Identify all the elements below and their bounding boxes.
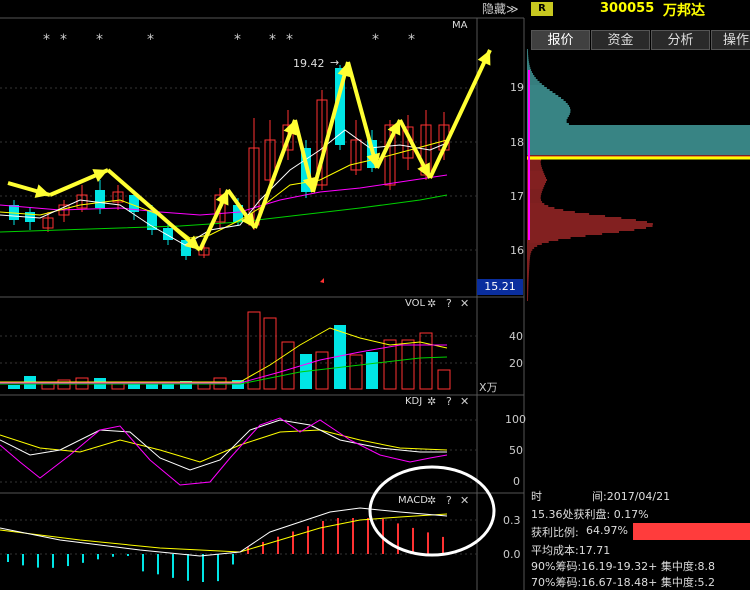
star-mark: *: [43, 32, 50, 48]
vol-tick: 40: [509, 330, 523, 343]
hide-panel-button[interactable]: 隐藏≫: [482, 0, 519, 17]
macd-tick: 0.0: [503, 548, 521, 561]
star-mark: *: [147, 32, 154, 48]
macd-dif-line: [0, 507, 448, 557]
volume-bar-down: [8, 385, 20, 389]
info-profit-ratio-value: 64.97%: [586, 524, 628, 537]
price-tick: 18: [510, 136, 524, 149]
vol-ma-magenta: [0, 344, 447, 384]
volume-bar-up: [281, 341, 295, 390]
level-badge: R: [531, 2, 553, 16]
star-mark: *: [96, 32, 103, 48]
info-chip70: 70%筹码:16.67-18.48+ 集中度:5.2: [531, 576, 716, 589]
star-mark: *: [234, 32, 241, 48]
volume-bar-up: [315, 351, 329, 390]
vol-pane-title: VOL: [405, 298, 426, 309]
profit-ratio-bar: [633, 523, 750, 540]
info-avg-cost: 平均成本:17.71: [531, 544, 611, 557]
star-mark: *: [372, 32, 379, 48]
trend-arrow-shaft: [253, 119, 297, 229]
high-price-marker: 19.42: [293, 57, 325, 70]
tab-quote[interactable]: 报价: [531, 30, 590, 50]
macd-help-icon[interactable]: ?: [446, 494, 452, 507]
macd-settings-icon[interactable]: ✲: [427, 494, 436, 507]
volume-bar-up: [419, 332, 433, 390]
macd-pane-title: MACD: [398, 495, 428, 506]
volume-bar-up: [437, 369, 451, 390]
volume-bar-down: [366, 352, 378, 389]
kdj-tick: 50: [509, 444, 523, 457]
star-mark: *: [408, 32, 415, 48]
price-tick: 16: [510, 244, 524, 257]
stock-code: 300055: [600, 1, 655, 16]
info-profit-line: 15.36处获利盘: 0.17%: [531, 508, 649, 521]
vol-settings-icon[interactable]: ✲: [427, 297, 436, 310]
price-tick: 17: [510, 190, 524, 203]
candle-body-down: [95, 190, 105, 208]
info-time-label: 时: [531, 490, 542, 503]
stock-name: 万邦达: [663, 3, 705, 19]
info-profit-ratio-label: 获利比例:: [531, 526, 579, 539]
trend-arrow-shaft: [428, 49, 492, 179]
vol-tick: 20: [509, 357, 523, 370]
macd-plot: [0, 507, 448, 582]
vol-unit: X万: [479, 381, 498, 394]
kdj-pane-title: KDJ: [405, 396, 423, 407]
volume-bars: [0, 311, 451, 390]
star-mark: *: [286, 32, 293, 48]
kdj-settings-icon[interactable]: ✲: [427, 395, 436, 408]
volume-bar-up: [349, 354, 363, 390]
vol-help-icon[interactable]: ?: [446, 297, 452, 310]
chip-distribution: [527, 49, 750, 301]
price-tick: 19: [510, 81, 524, 94]
kdj-lines: [0, 417, 448, 486]
current-price-tag: 15.21: [477, 279, 523, 295]
low-marker: [320, 278, 324, 283]
ma-indicator-label: MA: [452, 20, 468, 31]
volume-bar-up: [247, 311, 261, 390]
tab-operation[interactable]: 操作: [711, 30, 750, 50]
kdj-help-icon[interactable]: ?: [446, 395, 452, 408]
kdj-close-icon[interactable]: ✕: [460, 395, 469, 408]
kdj-tick: 100: [505, 413, 526, 426]
vol-close-icon[interactable]: ✕: [460, 297, 469, 310]
macd-close-icon[interactable]: ✕: [460, 494, 469, 507]
tab-analysis[interactable]: 分析: [651, 30, 710, 50]
candle-body-down: [163, 228, 173, 240]
trend-arrow-shaft: [106, 168, 202, 252]
tab-funds[interactable]: 资金: [591, 30, 650, 50]
volume-bar-up: [401, 339, 415, 390]
macd-tick: 0.3: [503, 514, 521, 527]
star-mark: *: [269, 32, 276, 48]
high-price-arrow: →: [330, 56, 340, 69]
candlesticks: [9, 65, 450, 260]
kdj-tick: 0: [513, 475, 520, 488]
kdj-k-line: [0, 419, 447, 471]
info-chip90: 90%筹码:16.19-19.32+ 集中度:8.8: [531, 560, 716, 573]
vol-ma-yellow: [0, 327, 448, 383]
trend-arrow-shaft: [346, 61, 379, 169]
info-time-value: 间:2017/04/21: [592, 490, 671, 503]
star-mark: *: [60, 32, 67, 48]
